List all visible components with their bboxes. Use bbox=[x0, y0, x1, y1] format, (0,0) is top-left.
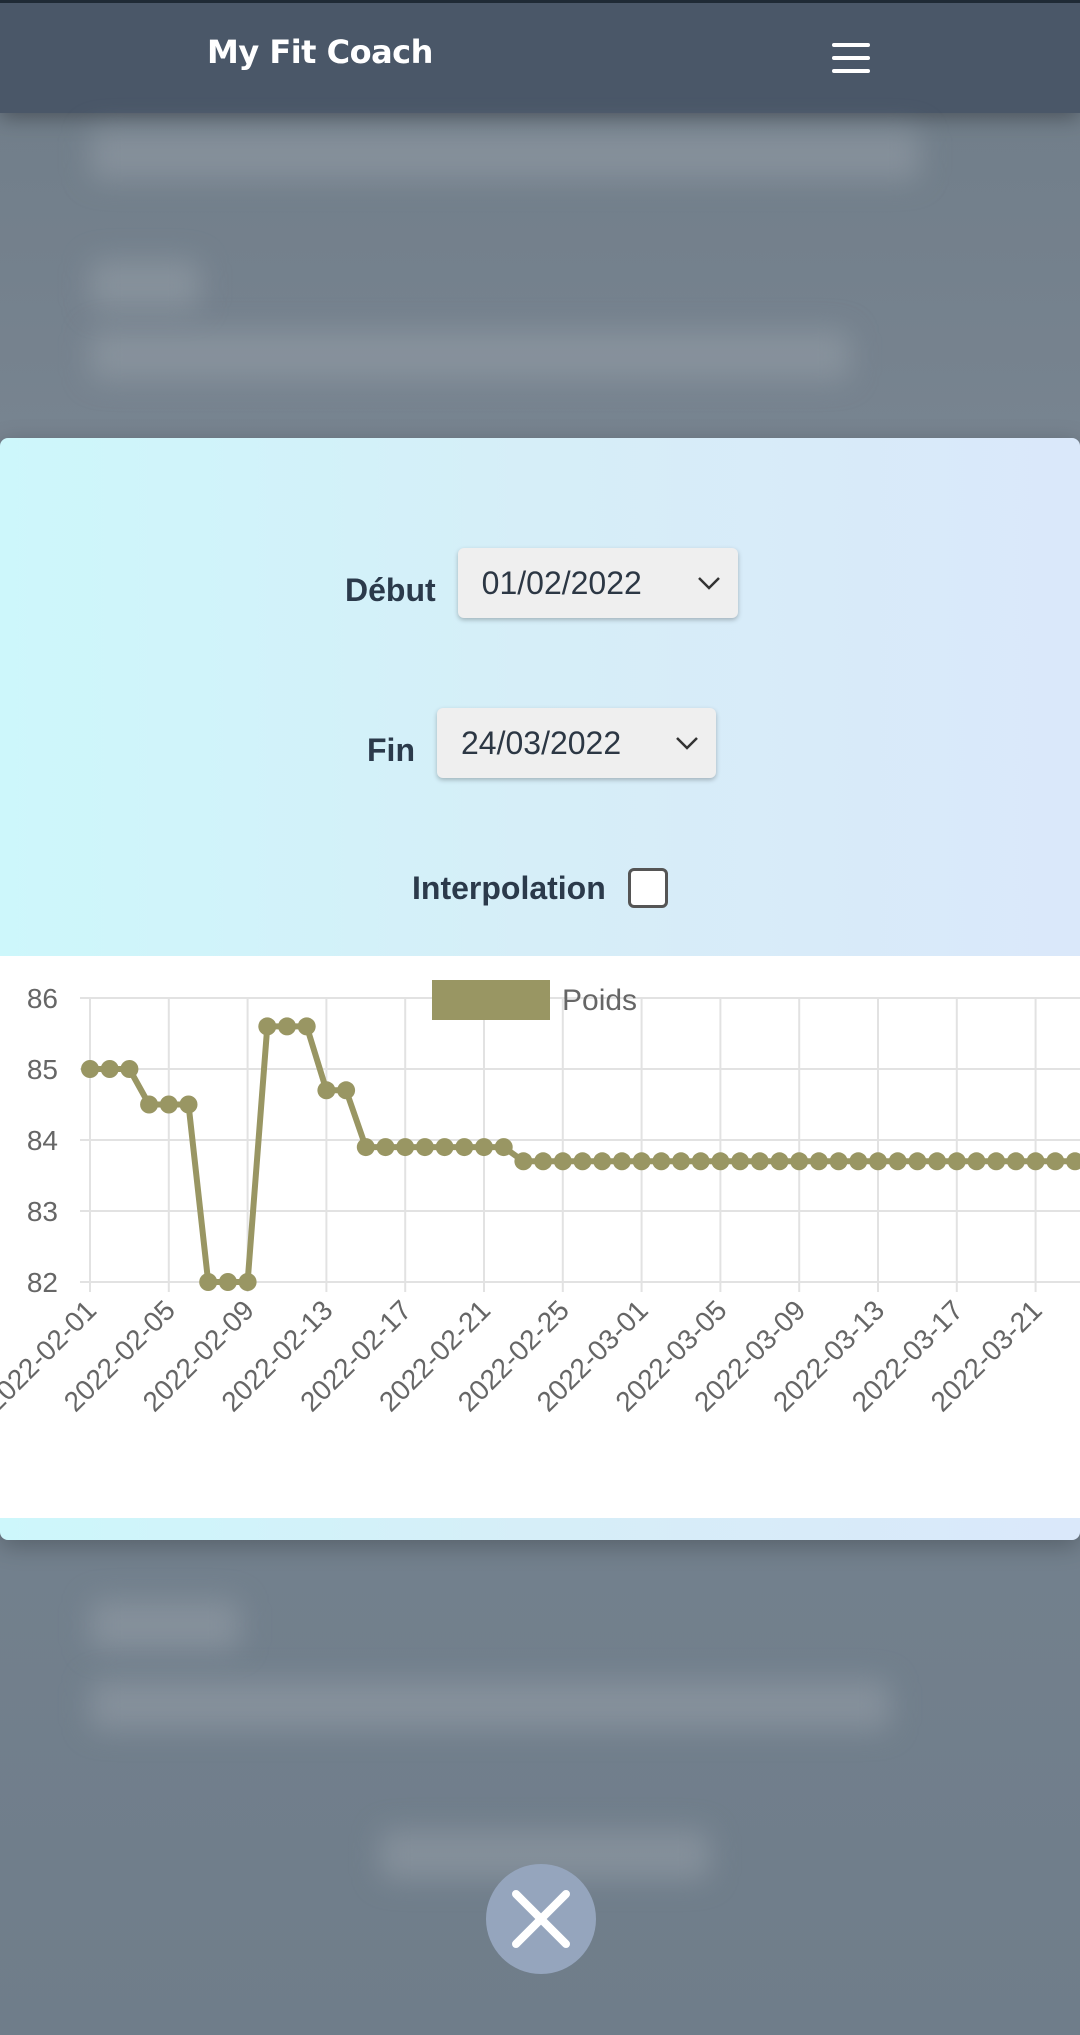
close-icon bbox=[512, 1890, 570, 1948]
y-tick-label: 86 bbox=[27, 983, 58, 1014]
data-point bbox=[1026, 1152, 1045, 1171]
data-point bbox=[731, 1152, 750, 1171]
data-point bbox=[514, 1152, 533, 1171]
data-point bbox=[908, 1152, 927, 1171]
data-point bbox=[475, 1138, 493, 1157]
data-point bbox=[179, 1095, 198, 1114]
chart-container: 82 83 84 85 86 2022-02-01 2022-02-05 2022-02-09… bbox=[0, 956, 1080, 1518]
data-point bbox=[455, 1138, 474, 1157]
data-point bbox=[711, 1152, 730, 1171]
data-point bbox=[218, 1273, 237, 1291]
data-point bbox=[869, 1152, 887, 1171]
start-date-row: Début 01/02/2022 bbox=[345, 548, 738, 618]
data-point bbox=[967, 1152, 986, 1171]
menu-icon[interactable] bbox=[832, 43, 870, 73]
y-tick-label: 85 bbox=[27, 1054, 58, 1085]
chart-modal: Début 01/02/2022 Fin 24/03/2022 Interpol… bbox=[0, 438, 1080, 1540]
data-point bbox=[337, 1081, 356, 1100]
y-tick-label: 84 bbox=[27, 1125, 58, 1156]
interpolation-checkbox[interactable] bbox=[627, 868, 668, 908]
interpolation-row: Interpolation bbox=[412, 868, 668, 908]
data-point bbox=[396, 1138, 415, 1157]
background-content bbox=[90, 1680, 890, 1730]
background-content bbox=[90, 130, 920, 180]
data-point bbox=[1006, 1152, 1025, 1171]
close-button[interactable] bbox=[486, 1864, 596, 1974]
data-point bbox=[376, 1138, 395, 1157]
data-point bbox=[534, 1152, 553, 1171]
end-date-value: 24/03/2022 bbox=[460, 725, 622, 761]
background-content bbox=[90, 330, 850, 380]
data-point bbox=[100, 1060, 119, 1078]
data-point bbox=[317, 1081, 336, 1100]
data-point bbox=[1046, 1152, 1065, 1171]
y-tick-label: 82 bbox=[27, 1267, 58, 1298]
data-point bbox=[573, 1152, 592, 1171]
end-date-row: Fin 24/03/2022 bbox=[367, 708, 716, 778]
end-date-select[interactable]: 24/03/2022 bbox=[436, 708, 716, 778]
data-point bbox=[829, 1152, 848, 1171]
legend-label: Poids bbox=[562, 984, 637, 1017]
data-point bbox=[987, 1152, 1006, 1171]
chevron-down-icon bbox=[676, 737, 698, 750]
data-point bbox=[612, 1152, 631, 1171]
data-point bbox=[770, 1152, 789, 1171]
data-point bbox=[928, 1152, 947, 1171]
data-point bbox=[494, 1138, 513, 1157]
data-point bbox=[297, 1017, 316, 1036]
data-point bbox=[278, 1017, 296, 1036]
data-point bbox=[140, 1095, 159, 1114]
legend-swatch bbox=[432, 980, 550, 1020]
data-point bbox=[593, 1152, 612, 1171]
end-date-label: Fin bbox=[367, 731, 415, 768]
weight-chart: 82838485862022-02-012022-02-052022-02-09… bbox=[0, 980, 1080, 1418]
data-point bbox=[356, 1138, 375, 1157]
data-point bbox=[258, 1017, 277, 1036]
data-point bbox=[849, 1152, 868, 1171]
data-point bbox=[415, 1138, 434, 1157]
data-point bbox=[435, 1138, 454, 1157]
data-point bbox=[632, 1152, 651, 1171]
interpolation-label: Interpolation bbox=[412, 869, 606, 906]
brand-logo[interactable]: My Fit Coach bbox=[207, 33, 433, 71]
data-point bbox=[809, 1152, 828, 1171]
data-point bbox=[238, 1273, 257, 1291]
data-point bbox=[199, 1273, 218, 1291]
data-point bbox=[691, 1152, 710, 1171]
data-point bbox=[672, 1152, 690, 1171]
start-date-value: 01/02/2022 bbox=[481, 565, 642, 601]
data-point bbox=[1066, 1152, 1080, 1171]
app-header: My Fit Coach bbox=[0, 0, 1080, 113]
data-point bbox=[790, 1152, 809, 1171]
y-tick-label: 83 bbox=[27, 1196, 58, 1227]
start-date-select[interactable]: 01/02/2022 bbox=[457, 548, 738, 618]
background-content bbox=[90, 1600, 240, 1650]
chevron-down-icon bbox=[697, 577, 720, 590]
data-point bbox=[888, 1152, 907, 1171]
start-date-label: Début bbox=[345, 571, 436, 608]
data-point bbox=[553, 1152, 572, 1171]
data-point bbox=[750, 1152, 769, 1171]
background-content bbox=[90, 260, 200, 310]
data-point bbox=[947, 1152, 966, 1171]
data-point bbox=[120, 1060, 139, 1078]
data-point bbox=[81, 1060, 99, 1078]
data-point bbox=[159, 1095, 178, 1114]
data-point bbox=[652, 1152, 671, 1171]
